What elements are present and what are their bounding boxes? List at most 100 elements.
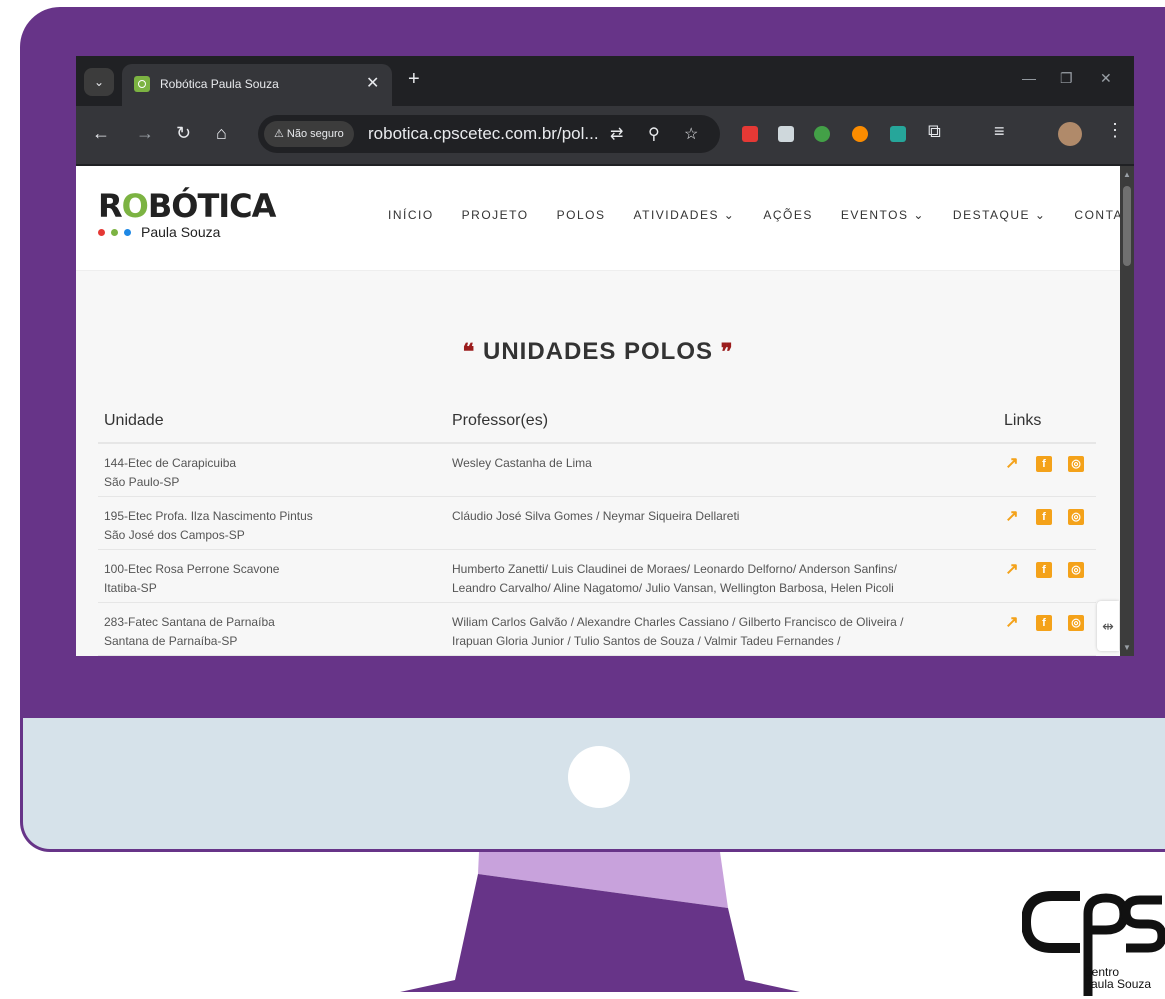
external-link-icon[interactable]: ↗ [1004,509,1020,525]
browser-window: ⌄ Robótica Paula Souza ✕ + — ❐ ✕ ← → ↻ ⌂… [76,56,1134,656]
avatar[interactable] [1058,122,1082,146]
scroll-up-icon[interactable]: ▲ [1123,170,1131,179]
tab-search-button[interactable]: ⌄ [84,68,114,96]
url-text[interactable]: robotica.cpscetec.com.br/pol... [368,124,599,144]
instagram-icon[interactable]: ◎ [1068,615,1084,631]
zoom-icon[interactable]: ⚲ [648,124,660,144]
unit-city: São José dos Campos-SP [104,528,245,542]
favicon-icon [134,76,150,92]
instagram-icon[interactable]: ◎ [1068,562,1084,578]
nav-item-eventos[interactable]: EVENTOS ⌄ [841,208,925,222]
external-link-icon[interactable]: ↗ [1004,456,1020,472]
site-header: ROBÓTICA Paula Souza INÍCIO PROJETO POLO… [76,166,1120,271]
unit-cell: 283-Fatec Santana de Parnaíba Santana de … [104,613,434,651]
external-link-icon[interactable]: ↗ [1004,562,1020,578]
site-logo[interactable]: ROBÓTICA Paula Souza [98,187,277,240]
row-links: ↗ f ◎ [1004,509,1084,525]
row-links: ↗ f ◎ [1004,615,1084,631]
nav-item-projeto[interactable]: PROJETO [462,208,529,222]
unit-cell: 100-Etec Rosa Perrone Scavone Itatiba-SP [104,560,434,598]
tab-title: Robótica Paula Souza [160,77,279,91]
nav-item-acoes[interactable]: AÇÕES [763,208,813,222]
unit-city: São Paulo-SP [104,475,180,489]
facebook-icon[interactable]: f [1036,562,1052,578]
instagram-icon[interactable]: ◎ [1068,456,1084,472]
logo-dot-blue [124,228,131,236]
logo-subtitle: Paula Souza [141,224,221,240]
nav-item-inicio[interactable]: INÍCIO [388,208,434,222]
facebook-icon[interactable]: f [1036,509,1052,525]
home-icon[interactable]: ⌂ [216,123,227,144]
professors-cell: Humberto Zanetti/ Luis Claudinei de Mora… [452,560,972,598]
tab-strip: ⌄ Robótica Paula Souza ✕ + — ❐ ✕ [76,56,1134,106]
extension-reader-icon[interactable] [778,126,794,142]
professors-cell: Wiliam Carlos Galvão / Alexandre Charles… [452,613,972,651]
reading-list-icon[interactable]: ≡ [994,121,1005,142]
table-header: Unidade Professor(es) Links [98,404,1096,444]
close-quote-icon: ❞ [720,339,734,364]
back-icon[interactable]: ← [92,123,110,144]
chevron-down-icon: ⌄ [93,75,105,89]
facebook-icon[interactable]: f [1036,456,1052,472]
instagram-icon[interactable]: ◎ [1068,509,1084,525]
unit-city: Itatiba-SP [104,581,157,595]
address-bar[interactable]: ⚠ Não seguro robotica.cpscetec.com.br/po… [258,115,720,153]
side-drawer-handle[interactable]: ⇹ [1097,601,1119,651]
logo-dot-red [98,228,105,236]
menu-dots-icon[interactable]: ⋮ [1106,120,1124,141]
plus-icon[interactable]: + [408,68,420,91]
restore-icon[interactable]: ❐ [1060,70,1073,87]
nav-item-destaque[interactable]: DESTAQUE ⌄ [953,208,1047,222]
professors-line: Irapuan Gloria Junior / Tulio Santos de … [452,634,841,648]
star-icon[interactable]: ☆ [684,124,698,144]
professors-line: Wiliam Carlos Galvão / Alexandre Charles… [452,615,904,629]
window-close-icon[interactable]: ✕ [1100,70,1112,87]
nav-item-atividades[interactable]: ATIVIDADES ⌄ [634,208,736,222]
close-icon[interactable]: ✕ [366,73,379,93]
professors-cell: Wesley Castanha de Lima [452,454,972,473]
reload-icon[interactable]: ↻ [176,123,191,144]
security-chip[interactable]: ⚠ Não seguro [264,121,354,147]
translate-icon[interactable]: ⇄ [610,124,623,144]
page-title: ❝ UNIDADES POLOS ❞ [76,338,1120,366]
unit-name: 195-Etec Profa. Ilza Nascimento Pintus [104,509,313,523]
collapse-icon: ⇹ [1102,618,1114,634]
scroll-thumb[interactable] [1123,186,1131,266]
external-link-icon[interactable]: ↗ [1004,615,1020,631]
logo-word: BÓTICA [147,187,277,225]
active-tab[interactable]: Robótica Paula Souza ✕ [122,64,392,106]
warning-icon: ⚠ [274,128,287,140]
unit-cell: 195-Etec Profa. Ilza Nascimento Pintus Sã… [104,507,434,545]
units-table: Unidade Professor(es) Links 144-Etec de … [98,404,1096,656]
forward-icon[interactable]: → [136,123,154,144]
extension-chat-icon[interactable] [890,126,906,142]
page-title-text: UNIDADES POLOS [482,338,714,365]
extension-pocket-icon[interactable] [742,126,758,142]
professors-line: Wesley Castanha de Lima [452,456,592,470]
extension-add-icon[interactable] [814,126,830,142]
minimize-icon[interactable]: — [1022,70,1036,86]
monitor-stand [400,852,800,992]
monitor-power-dot [568,746,630,808]
extension-color-icon[interactable] [852,126,868,142]
table-row: 100-Etec Rosa Perrone Scavone Itatiba-SP … [98,550,1096,603]
nav-item-polos[interactable]: POLOS [557,208,606,222]
professors-line: Cláudio José Silva Gomes / Neymar Siquei… [452,509,740,523]
professors-line: Humberto Zanetti/ Luis Claudinei de Mora… [452,562,897,576]
facebook-icon[interactable]: f [1036,615,1052,631]
row-links: ↗ f ◎ [1004,456,1084,472]
table-row: 283-Fatec Santana de Parnaíba Santana de … [98,603,1096,656]
main-nav: INÍCIO PROJETO POLOS ATIVIDADES ⌄ AÇÕES … [388,208,1120,222]
cps-logo-line2: Paula Souza [1083,977,1152,991]
header-professors: Professor(es) [452,412,549,429]
table-row: 144-Etec de Carapicuiba São Paulo-SP Wesl… [98,444,1096,497]
header-unit: Unidade [104,412,164,429]
security-label: Não seguro [286,128,344,140]
scroll-down-icon[interactable]: ▼ [1123,643,1131,652]
row-links: ↗ f ◎ [1004,562,1084,578]
nav-item-contato[interactable]: CONTATO [1074,208,1120,222]
logo-gear-letter: O [121,187,149,225]
scrollbar[interactable]: ▲ ▼ [1120,166,1134,656]
unit-cell: 144-Etec de Carapicuiba São Paulo-SP [104,454,434,492]
puzzle-icon[interactable]: ⧉ [928,121,941,142]
